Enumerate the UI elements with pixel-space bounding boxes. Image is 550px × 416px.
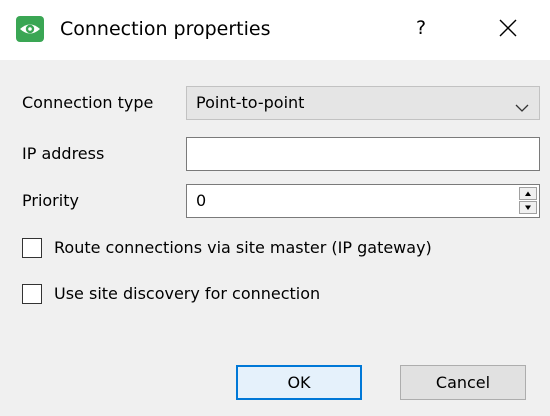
site-discovery-checkbox[interactable] <box>22 284 42 304</box>
chevron-down-icon <box>515 98 529 112</box>
route-via-site-master-label: Route connections via site master (IP ga… <box>54 238 432 257</box>
route-via-site-master-checkbox[interactable] <box>22 238 42 258</box>
spin-buttons <box>519 187 537 215</box>
connection-properties-dialog: Connection properties ? Connection type … <box>0 0 550 416</box>
spin-up-button[interactable] <box>519 187 537 200</box>
site-discovery-label: Use site discovery for connection <box>54 284 321 303</box>
site-discovery-option[interactable]: Use site discovery for connection <box>22 283 522 307</box>
connection-type-select[interactable]: Point-to-point <box>186 86 540 120</box>
route-via-site-master-option[interactable]: Route connections via site master (IP ga… <box>22 237 522 261</box>
priority-label: Priority <box>22 191 79 210</box>
title-bar: Connection properties ? <box>0 0 550 60</box>
priority-spinbox[interactable]: 0 <box>186 184 540 218</box>
eye-icon <box>16 16 44 42</box>
ok-button[interactable]: OK <box>236 365 362 400</box>
close-icon[interactable] <box>488 8 528 48</box>
ip-address-input[interactable] <box>186 137 540 171</box>
dialog-title: Connection properties <box>60 18 271 40</box>
connection-type-value: Point-to-point <box>196 93 305 112</box>
priority-value: 0 <box>196 191 207 210</box>
connection-type-label: Connection type <box>22 93 154 112</box>
cancel-button[interactable]: Cancel <box>400 365 526 400</box>
spin-down-button[interactable] <box>519 201 537 214</box>
help-button[interactable]: ? <box>406 10 436 46</box>
ip-address-label: IP address <box>22 144 105 163</box>
